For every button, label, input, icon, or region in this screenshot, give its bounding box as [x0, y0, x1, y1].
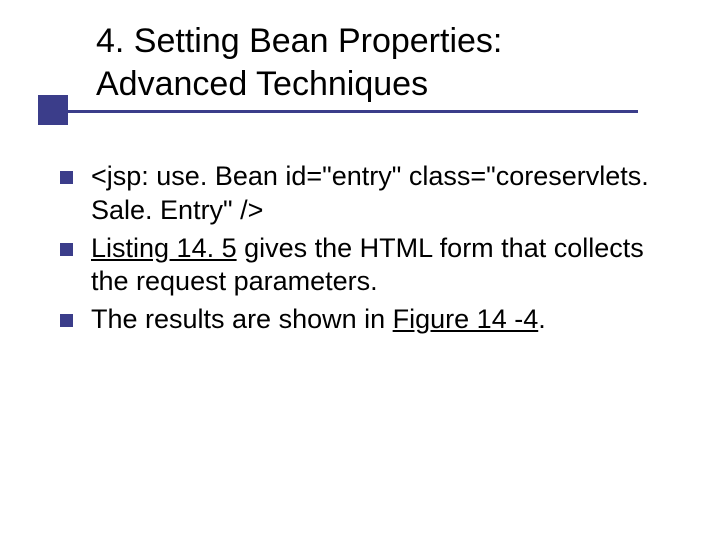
list-item-text: The results are shown in Figure 14 -4. [91, 303, 546, 337]
slide: 4. Setting Bean Properties: Advanced Tec… [0, 0, 720, 540]
list-item-text: Listing 14. 5 gives the HTML form that c… [91, 232, 660, 300]
text-link: Listing 14. 5 [91, 233, 237, 263]
slide-title: 4. Setting Bean Properties: Advanced Tec… [96, 20, 656, 105]
title-line-1: 4. Setting Bean Properties: [96, 20, 656, 63]
bullet-icon [60, 243, 73, 256]
list-item-text: <jsp: use. Bean id="entry" class="corese… [91, 160, 660, 228]
list-item: The results are shown in Figure 14 -4. [60, 303, 660, 337]
text-pre: The results are shown in [91, 304, 393, 334]
list-item: <jsp: use. Bean id="entry" class="corese… [60, 160, 660, 228]
text-pre: <jsp: use. Bean id="entry" class="corese… [91, 161, 649, 225]
title-line-2: Advanced Techniques [96, 63, 656, 106]
title-underline [38, 110, 638, 113]
text-link: Figure 14 -4 [393, 304, 539, 334]
text-post: . [538, 304, 546, 334]
list-item: Listing 14. 5 gives the HTML form that c… [60, 232, 660, 300]
slide-body: <jsp: use. Bean id="entry" class="corese… [60, 160, 660, 341]
bullet-icon [60, 171, 73, 184]
bullet-icon [60, 314, 73, 327]
